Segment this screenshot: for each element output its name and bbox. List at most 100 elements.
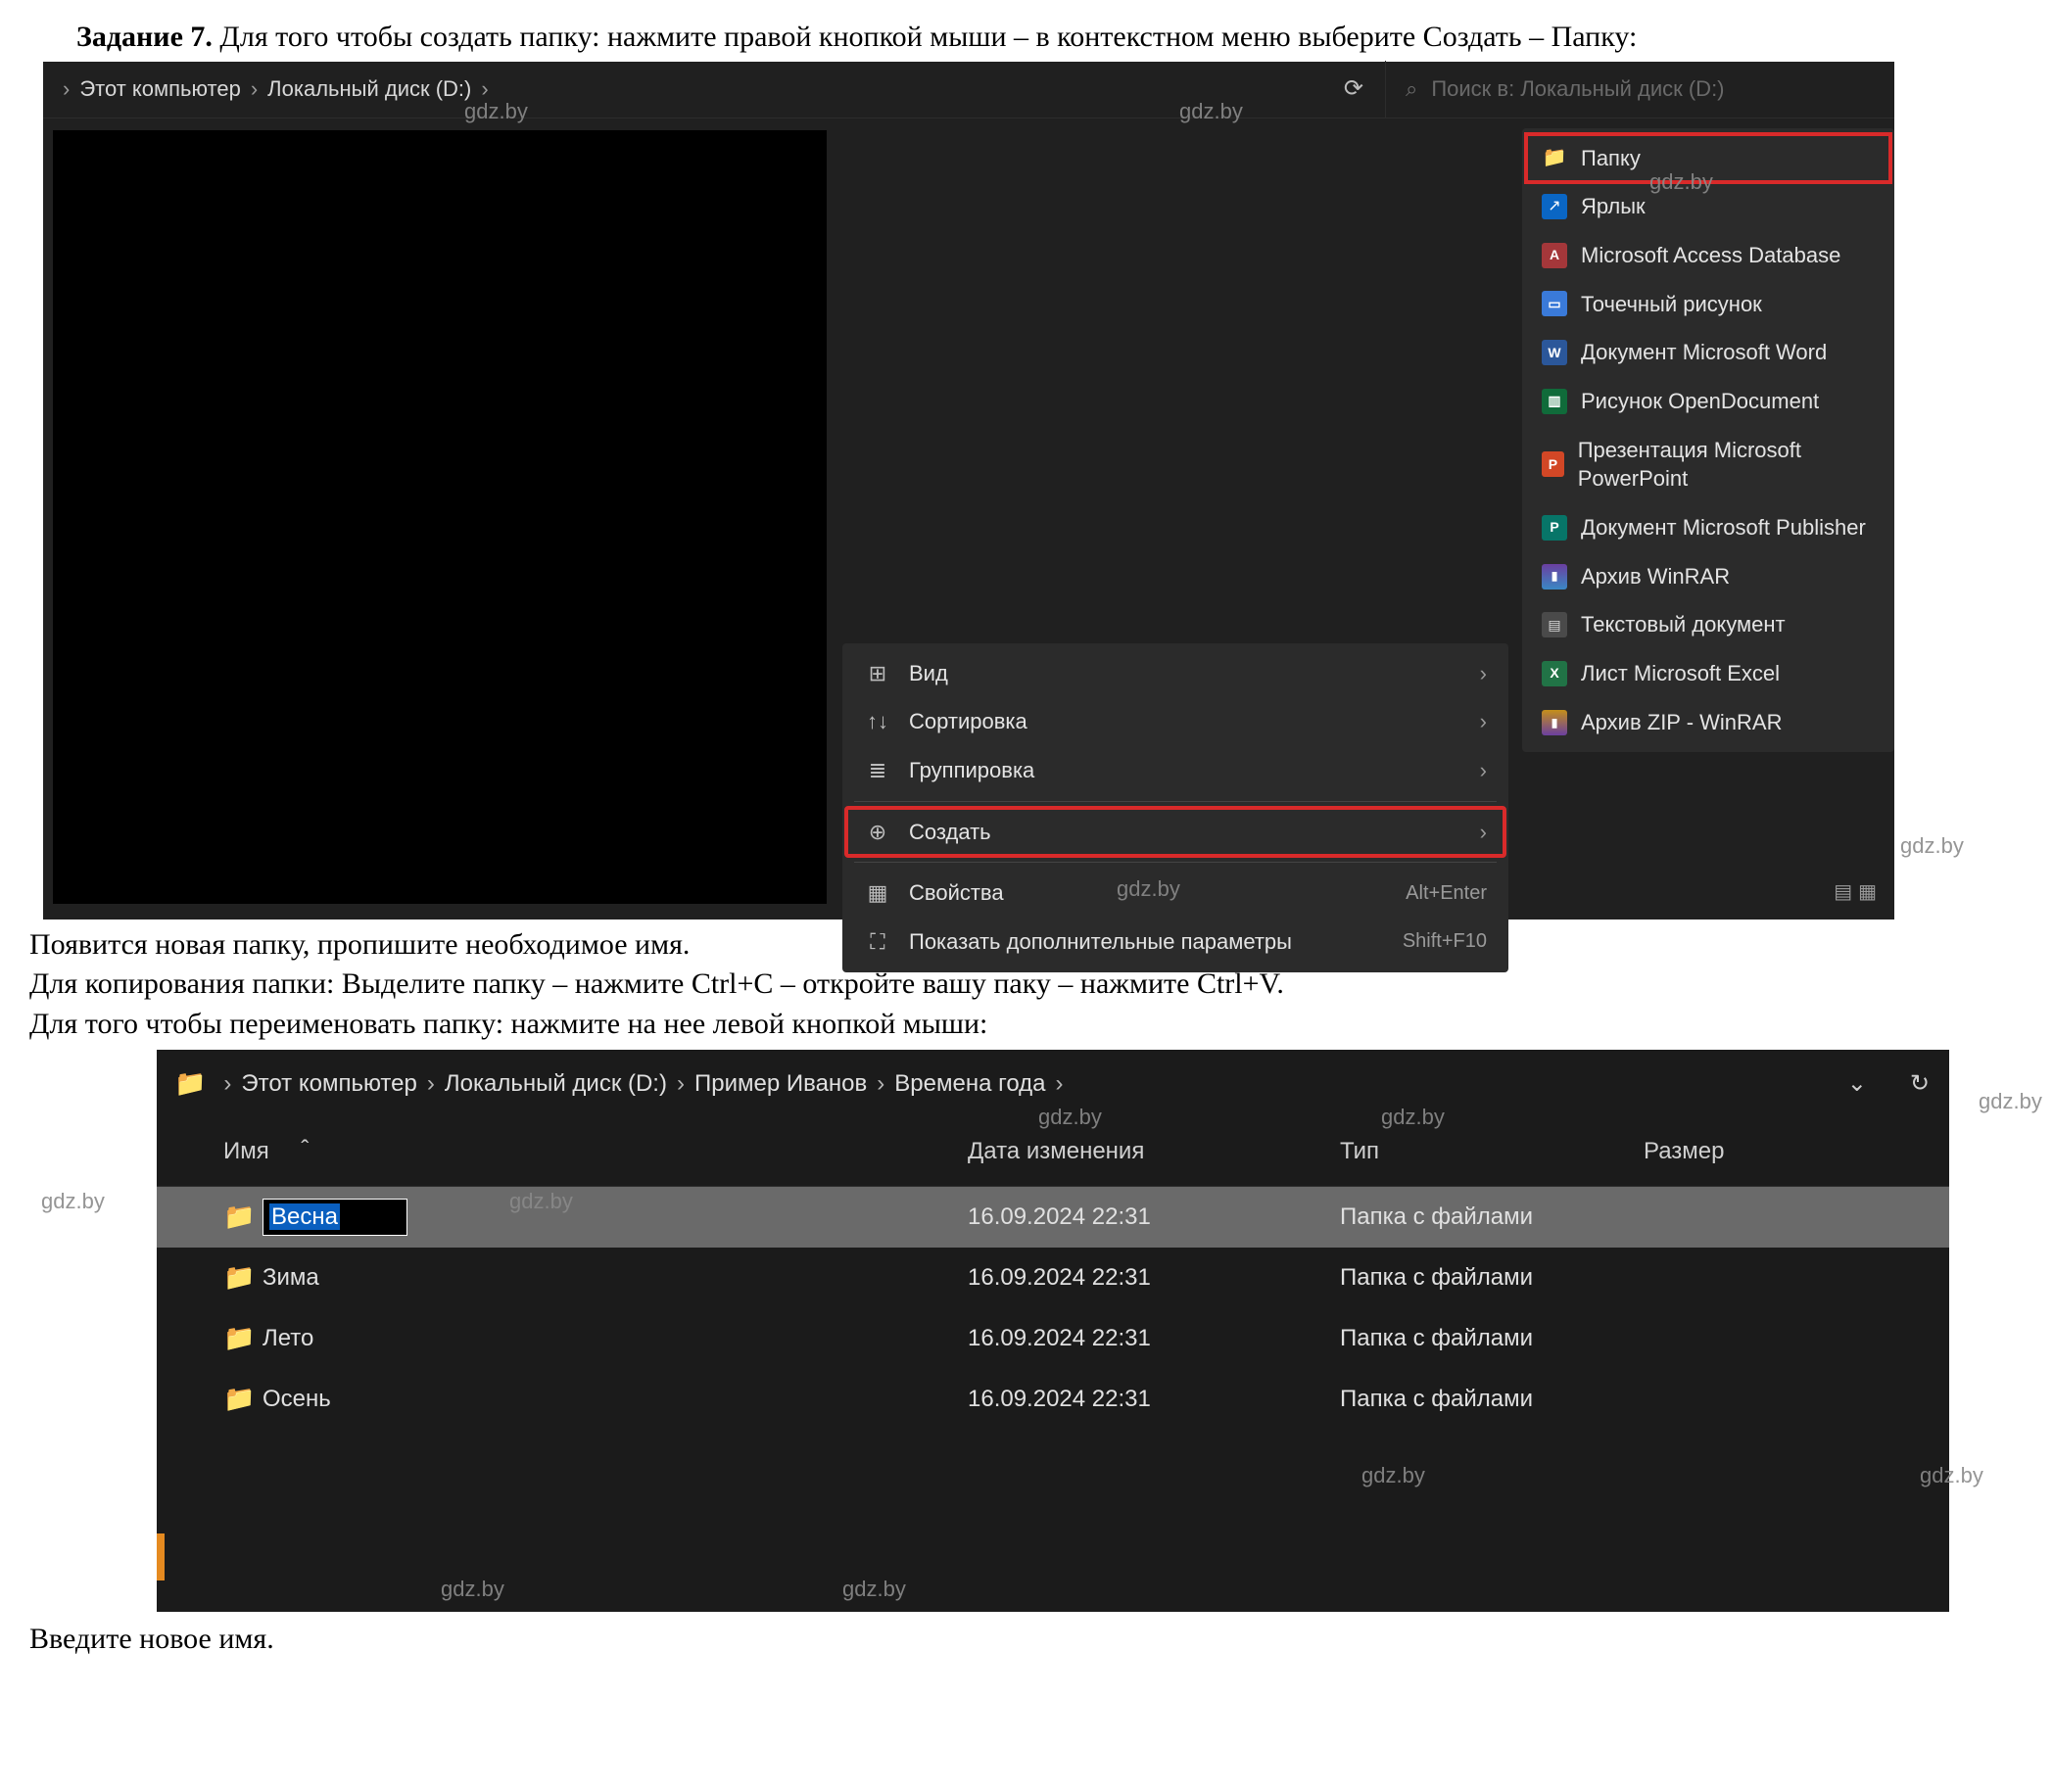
sort-asc-icon: ˆ: [301, 1134, 309, 1165]
sub-label: Архив ZIP - WinRAR: [1581, 708, 1782, 737]
refresh-icon[interactable]: ⟳: [1344, 73, 1363, 105]
task-label: Задание 7.: [76, 21, 213, 53]
table-row[interactable]: 📁 Весна 16.09.2024 22:31 Папка с файлами: [157, 1187, 1949, 1248]
sub-access[interactable]: A Microsoft Access Database: [1526, 231, 1890, 280]
folder-icon: 📁: [1542, 145, 1567, 170]
sub-pub[interactable]: P Документ Microsoft Publisher: [1526, 503, 1890, 552]
column-header-name[interactable]: Имя ˆ: [223, 1136, 968, 1167]
search-placeholder: Поиск в: Локальный диск (D:): [1431, 74, 1724, 104]
breadcrumb-segment[interactable]: Локальный диск (D:): [267, 74, 471, 104]
chevron-icon: ›: [417, 1068, 445, 1100]
paragraph-rename-folder: Для того чтобы переименовать папку: нажм…: [29, 1005, 2024, 1045]
sub-odg[interactable]: ▥ Рисунок OpenDocument: [1526, 377, 1890, 426]
sub-folder[interactable]: 📁 Папку: [1526, 134, 1890, 183]
sub-zip[interactable]: ▮ Архив ZIP - WinRAR: [1526, 698, 1890, 747]
task-paragraph: Задание 7. Для того чтобы создать папку:…: [29, 18, 2024, 58]
odg-icon: ▥: [1542, 389, 1567, 414]
divider: [854, 801, 1497, 802]
rename-input[interactable]: Весна: [263, 1199, 407, 1236]
sub-label: Документ Microsoft Word: [1581, 338, 1827, 367]
details-view-icon[interactable]: ▤: [1834, 879, 1852, 906]
sub-bitmap[interactable]: ▭ Точечный рисунок: [1526, 280, 1890, 329]
plus-icon: ⊕: [864, 818, 891, 847]
ctx-properties[interactable]: ▦ Свойства Alt+Enter: [846, 869, 1504, 918]
search-input[interactable]: ⌕ Поиск в: Локальный диск (D:): [1385, 61, 1894, 118]
table-row[interactable]: 📁 Лето 16.09.2024 22:31 Папка с файлами: [157, 1308, 1949, 1369]
chevron-right-icon: ›: [1480, 818, 1487, 847]
accent-stripe: [157, 1533, 165, 1580]
sub-label: Документ Microsoft Publisher: [1581, 513, 1866, 542]
cell-date: 16.09.2024 22:31: [968, 1202, 1340, 1233]
sub-label: Папку: [1581, 144, 1641, 173]
properties-icon: ▦: [864, 878, 891, 908]
word-icon: W: [1542, 340, 1567, 365]
pub-icon: P: [1542, 515, 1567, 541]
breadcrumb-bar: › Этот компьютер › Локальный диск (D:) ›…: [43, 62, 1894, 118]
explorer-window: › Этот компьютер › Локальный диск (D:) ›…: [43, 62, 1894, 920]
breadcrumb-segment[interactable]: Пример Иванов: [694, 1068, 867, 1100]
watermark: gdz.by: [1900, 831, 1964, 861]
shortcut-hint: Alt+Enter: [1406, 880, 1487, 907]
ctx-sort[interactable]: ↑↓ Сортировка ›: [846, 697, 1504, 746]
sort-icon: ↑↓: [864, 707, 891, 736]
table-row[interactable]: 📁 Зима 16.09.2024 22:31 Папка с файлами: [157, 1248, 1949, 1308]
shortcut-icon: ↗: [1542, 194, 1567, 219]
cell-date: 16.09.2024 22:31: [968, 1323, 1340, 1354]
chevron-icon: ›: [867, 1068, 894, 1100]
table-row[interactable]: 📁 Осень 16.09.2024 22:31 Папка с файлами: [157, 1369, 1949, 1430]
ppt-icon: P: [1542, 451, 1564, 477]
view-mode-toggle[interactable]: ▤ ▦: [1834, 879, 1877, 906]
chevron-icon: ›: [241, 74, 267, 104]
sub-xls[interactable]: X Лист Microsoft Excel: [1526, 649, 1890, 698]
breadcrumb-segment[interactable]: Локальный диск (D:): [445, 1068, 667, 1100]
grid-view-icon[interactable]: ▦: [1858, 879, 1877, 906]
cell-type: Папка с файлами: [1340, 1202, 1644, 1233]
sub-shortcut[interactable]: ↗ Ярлык: [1526, 182, 1890, 231]
sub-ppt[interactable]: P Презентация Microsoft PowerPoint: [1526, 426, 1890, 503]
watermark: gdz.by: [41, 1187, 105, 1216]
cell-name: Лето: [263, 1323, 968, 1354]
file-list: 📁 Весна 16.09.2024 22:31 Папка с файлами…: [157, 1187, 1949, 1430]
chevron-icon[interactable]: ›: [214, 1068, 241, 1100]
screenshot-file-list: 📁 › Этот компьютер › Локальный диск (D:)…: [157, 1050, 2053, 1612]
context-menu: ⊞ Вид › ↑↓ Сортировка › ≣ Группировка › …: [842, 643, 1508, 972]
sub-word[interactable]: W Документ Microsoft Word: [1526, 328, 1890, 377]
breadcrumb-segment[interactable]: Этот компьютер: [79, 74, 241, 104]
watermark: gdz.by: [1979, 1087, 2042, 1116]
chevron-right-icon: ›: [1480, 756, 1487, 785]
zip-icon: ▮: [1542, 710, 1567, 735]
refresh-icon[interactable]: ↻: [1910, 1068, 1930, 1100]
chevron-icon: ›: [1045, 1068, 1073, 1100]
chevron-icon[interactable]: ›: [53, 74, 79, 104]
empty-folder-body[interactable]: [53, 130, 827, 904]
ctx-group[interactable]: ≣ Группировка ›: [846, 746, 1504, 795]
breadcrumb-segment[interactable]: Времена года: [894, 1068, 1045, 1100]
sub-label: Презентация Microsoft PowerPoint: [1578, 436, 1875, 494]
ctx-more-options[interactable]: ⛶ Показать дополнительные параметры Shif…: [846, 918, 1504, 967]
ctx-label: Группировка: [909, 756, 1034, 785]
explorer-window: 📁 › Этот компьютер › Локальный диск (D:)…: [157, 1050, 1949, 1612]
cell-name: Осень: [263, 1384, 968, 1415]
ctx-new[interactable]: ⊕ Создать ›: [846, 808, 1504, 857]
ctx-view[interactable]: ⊞ Вид ›: [846, 649, 1504, 698]
chevron-down-icon[interactable]: ⌄: [1847, 1068, 1867, 1100]
divider: [854, 862, 1497, 863]
ctx-label: Создать: [909, 818, 991, 847]
sub-rar[interactable]: ▮ Архив WinRAR: [1526, 552, 1890, 601]
access-icon: A: [1542, 243, 1567, 268]
ctx-label: Свойства: [909, 878, 1004, 908]
folder-name-editing[interactable]: Весна: [263, 1199, 968, 1236]
chevron-icon: ›: [667, 1068, 694, 1100]
column-header-date[interactable]: Дата изменения: [968, 1136, 1340, 1167]
column-header-size[interactable]: Размер: [1644, 1136, 1839, 1167]
rename-value: Весна: [269, 1203, 340, 1230]
folder-icon: 📁: [223, 1260, 263, 1295]
breadcrumb-segment[interactable]: Этот компьютер: [241, 1068, 416, 1100]
sub-label: Текстовый документ: [1581, 610, 1786, 639]
folder-icon: 📁: [174, 1066, 206, 1101]
submenu-new: 📁 Папку ↗ Ярлык A Microsoft Access Datab…: [1522, 128, 1894, 753]
sub-txt[interactable]: ▤ Текстовый документ: [1526, 600, 1890, 649]
column-header-type[interactable]: Тип: [1340, 1136, 1644, 1167]
expand-icon: ⛶: [864, 927, 891, 957]
rar-icon: ▮: [1542, 564, 1567, 589]
